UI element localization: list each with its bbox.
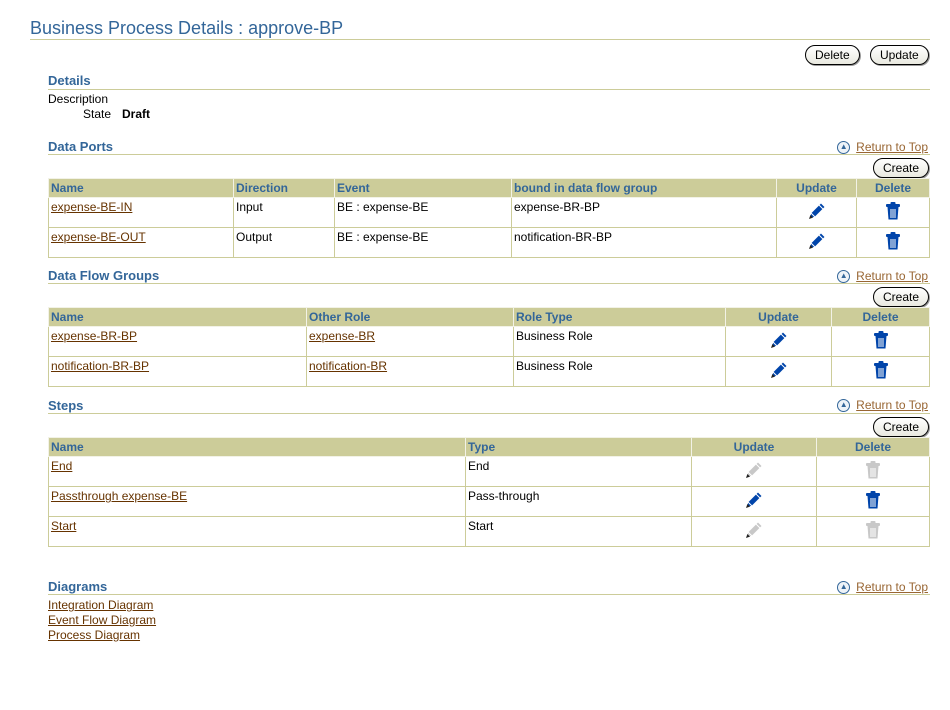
- trash-icon: [865, 461, 881, 479]
- data-flow-group-name-link[interactable]: expense-BR-BP: [51, 329, 137, 343]
- step-name-link[interactable]: Passthrough expense-BE: [51, 489, 187, 503]
- table-row: Passthrough expense-BE Pass-through: [48, 486, 930, 517]
- steps-return-to-top[interactable]: ▲ Return to Top: [837, 398, 928, 412]
- role-type-cell: Business Role: [513, 356, 726, 387]
- pencil-icon[interactable]: [768, 329, 790, 351]
- process-diagram-link[interactable]: Process Diagram: [48, 628, 140, 642]
- data-flow-groups-return-to-top[interactable]: ▲ Return to Top: [837, 269, 928, 283]
- integration-diagram-link[interactable]: Integration Diagram: [48, 598, 153, 612]
- trash-icon[interactable]: [873, 331, 889, 349]
- trash-icon[interactable]: [865, 491, 881, 509]
- other-role-link[interactable]: notification-BR: [309, 359, 387, 373]
- column-header[interactable]: Name: [48, 307, 307, 327]
- column-header[interactable]: Other Role: [306, 307, 514, 327]
- diagrams-section-title: Diagrams: [48, 579, 108, 594]
- step-type-cell: End: [465, 456, 692, 487]
- column-header: Delete: [831, 307, 930, 327]
- column-header: Delete: [816, 437, 930, 457]
- up-arrow-icon: ▲: [837, 140, 851, 154]
- data-port-name-link[interactable]: expense-BE-IN: [51, 200, 132, 214]
- group-cell: notification-BR-BP: [511, 227, 777, 258]
- trash-icon[interactable]: [873, 361, 889, 379]
- column-header: Update: [691, 437, 817, 457]
- pencil-icon: [743, 459, 765, 481]
- state-label: State: [83, 107, 112, 121]
- column-header[interactable]: Event: [334, 178, 512, 198]
- column-header: Update: [725, 307, 832, 327]
- title-divider: [30, 39, 930, 40]
- return-to-top-link[interactable]: Return to Top: [856, 269, 928, 283]
- data-ports-create-button[interactable]: Create: [873, 158, 930, 178]
- up-arrow-icon: ▲: [837, 580, 851, 594]
- return-to-top-link[interactable]: Return to Top: [856, 580, 928, 594]
- table-row: Start Start: [48, 516, 930, 547]
- event-flow-diagram-link[interactable]: Event Flow Diagram: [48, 613, 156, 627]
- table-header-row: Name Type Update Delete: [48, 437, 930, 457]
- table-row: End End: [48, 456, 930, 487]
- direction-cell: Input: [233, 197, 335, 228]
- step-name-link[interactable]: Start: [51, 519, 76, 533]
- column-header: Update: [776, 178, 857, 198]
- column-header[interactable]: Direction: [233, 178, 335, 198]
- pencil-icon[interactable]: [768, 359, 790, 381]
- steps-table: Name Type Update Delete End End Passthro…: [48, 437, 930, 547]
- description-label: Description: [48, 92, 109, 106]
- data-ports-return-to-top[interactable]: ▲ Return to Top: [837, 140, 928, 154]
- trash-icon[interactable]: [885, 202, 901, 220]
- data-flow-group-name-link[interactable]: notification-BR-BP: [51, 359, 149, 373]
- details-section-title: Details: [48, 73, 91, 88]
- column-header[interactable]: bound in data flow group: [511, 178, 777, 198]
- return-to-top-link[interactable]: Return to Top: [856, 398, 928, 412]
- delete-button[interactable]: Delete: [805, 45, 860, 65]
- pencil-icon: [743, 519, 765, 541]
- table-header-row: Name Other Role Role Type Update Delete: [48, 307, 930, 327]
- data-ports-table: Name Direction Event bound in data flow …: [48, 178, 930, 258]
- diagrams-return-to-top[interactable]: ▲ Return to Top: [837, 580, 928, 594]
- other-role-link[interactable]: expense-BR: [309, 329, 375, 343]
- up-arrow-icon: ▲: [837, 398, 851, 412]
- steps-create-button[interactable]: Create: [873, 417, 930, 437]
- column-header[interactable]: Type: [465, 437, 692, 457]
- table-row: expense-BE-OUT Output BE : expense-BE no…: [48, 227, 930, 258]
- trash-icon: [865, 521, 881, 539]
- update-button[interactable]: Update: [870, 45, 929, 65]
- steps-section-title: Steps: [48, 398, 84, 413]
- table-row: expense-BR-BP expense-BR Business Role: [48, 326, 930, 357]
- pencil-icon[interactable]: [806, 200, 828, 222]
- data-ports-section-title: Data Ports: [48, 139, 114, 154]
- data-flow-groups-divider: [48, 283, 930, 284]
- table-header-row: Name Direction Event bound in data flow …: [48, 178, 930, 198]
- trash-icon[interactable]: [885, 232, 901, 250]
- column-header[interactable]: Role Type: [513, 307, 726, 327]
- data-flow-groups-create-button[interactable]: Create: [873, 287, 930, 307]
- step-type-cell: Start: [465, 516, 692, 547]
- diagrams-divider: [48, 594, 930, 595]
- data-ports-divider: [48, 154, 930, 155]
- steps-divider: [48, 413, 930, 414]
- data-port-name-link[interactable]: expense-BE-OUT: [51, 230, 146, 244]
- event-cell: BE : expense-BE: [334, 197, 512, 228]
- data-flow-groups-section-title: Data Flow Groups: [48, 268, 160, 283]
- page-title: Business Process Details : approve-BP: [30, 18, 344, 38]
- state-value: Draft: [122, 107, 151, 121]
- pencil-icon[interactable]: [743, 489, 765, 511]
- direction-cell: Output: [233, 227, 335, 258]
- event-cell: BE : expense-BE: [334, 227, 512, 258]
- pencil-icon[interactable]: [806, 230, 828, 252]
- group-cell: expense-BR-BP: [511, 197, 777, 228]
- role-type-cell: Business Role: [513, 326, 726, 357]
- column-header[interactable]: Name: [48, 437, 466, 457]
- data-flow-groups-table: Name Other Role Role Type Update Delete …: [48, 307, 930, 387]
- step-name-link[interactable]: End: [51, 459, 72, 473]
- table-row: expense-BE-IN Input BE : expense-BE expe…: [48, 197, 930, 228]
- up-arrow-icon: ▲: [837, 269, 851, 283]
- table-row: notification-BR-BP notification-BR Busin…: [48, 356, 930, 387]
- step-type-cell: Pass-through: [465, 486, 692, 517]
- column-header: Delete: [856, 178, 930, 198]
- return-to-top-link[interactable]: Return to Top: [856, 140, 928, 154]
- details-divider: [48, 89, 930, 90]
- column-header[interactable]: Name: [48, 178, 234, 198]
